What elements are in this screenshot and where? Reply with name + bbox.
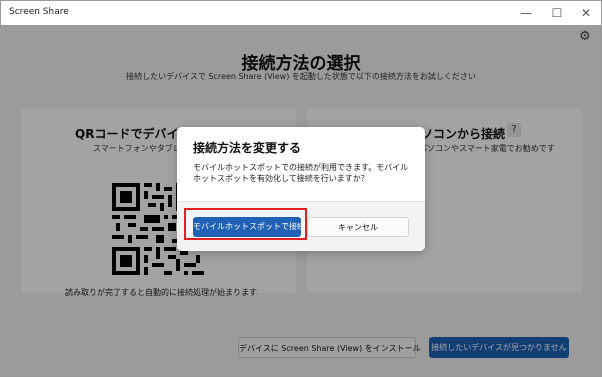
connect-hotspot-button[interactable]: モバイルホットスポットで接続 bbox=[193, 217, 305, 237]
change-connection-dialog: 接続方法を変更する モバイルホットスポットでの接続が利用できます。モバイルホット… bbox=[177, 127, 425, 251]
minimize-button[interactable]: — bbox=[513, 4, 539, 22]
close-button[interactable]: ✕ bbox=[573, 4, 599, 22]
maximize-button[interactable]: ☐ bbox=[544, 4, 570, 22]
window-title: Screen Share bbox=[9, 7, 69, 17]
dialog-title: 接続方法を変更する bbox=[193, 141, 302, 155]
app-window: Screen Share — ☐ ✕ ⚙ 接続方法の選択 接続したいデバイスで … bbox=[0, 0, 602, 377]
title-bar: Screen Share — ☐ ✕ bbox=[1, 1, 601, 25]
dialog-message: モバイルホットスポットでの接続が利用できます。モバイルホットスポットを有効化して… bbox=[193, 163, 409, 183]
dialog-footer: モバイルホットスポットで接続 キャンセル bbox=[177, 201, 425, 251]
cancel-button[interactable]: キャンセル bbox=[307, 217, 409, 237]
